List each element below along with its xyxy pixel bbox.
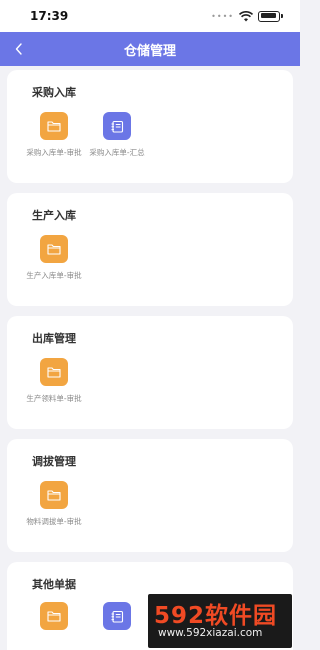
back-button[interactable] bbox=[8, 38, 30, 60]
watermark: 592软件园 www.592xiazai.com bbox=[148, 594, 292, 648]
status-icons: •••• bbox=[211, 10, 283, 22]
menu-item[interactable]: 物料调拔单-审批 bbox=[22, 481, 86, 526]
nav-bar: 仓储管理 bbox=[0, 32, 300, 66]
menu-item-label: 生产入库单-审批 bbox=[26, 271, 82, 280]
folder-icon bbox=[40, 235, 68, 263]
section-card: 生产入库 生产入库单-审批 bbox=[7, 193, 293, 306]
section-title: 其他单据 bbox=[32, 578, 76, 591]
folder-icon bbox=[40, 481, 68, 509]
signal-icon: •••• bbox=[211, 11, 234, 21]
section-title: 生产入库 bbox=[32, 209, 76, 222]
notebook-icon bbox=[103, 112, 131, 140]
menu-item-label: 物料调拔单-审批 bbox=[26, 517, 82, 526]
menu-item-label: 采购入库单-汇总 bbox=[89, 148, 145, 157]
wifi-icon bbox=[239, 10, 253, 21]
page-title: 仓储管理 bbox=[123, 43, 176, 59]
menu-item[interactable]: 生产入库单-审批 bbox=[22, 235, 86, 280]
section-title: 出库管理 bbox=[32, 332, 76, 345]
section-title: 采购入库 bbox=[32, 86, 76, 99]
section-card: 出库管理 生产领料单-审批 bbox=[7, 316, 293, 429]
chevron-left-icon bbox=[15, 43, 22, 55]
section-title: 调拔管理 bbox=[32, 455, 76, 468]
menu-item[interactable]: 采购入库单-汇总 bbox=[85, 112, 149, 157]
content-area: 采购入库 采购入库单-审批 采购入库单-汇总 生产入库 生产入库单-审批 出库管… bbox=[0, 66, 300, 650]
battery-icon bbox=[258, 10, 283, 22]
menu-item[interactable] bbox=[22, 602, 86, 630]
menu-item[interactable]: 生产领料单-审批 bbox=[22, 358, 86, 403]
status-bar: 17:39 •••• bbox=[0, 0, 300, 32]
menu-item-label: 生产领料单-审批 bbox=[26, 394, 82, 403]
section-card: 调拔管理 物料调拔单-审批 bbox=[7, 439, 293, 552]
folder-icon bbox=[40, 358, 68, 386]
watermark-url: www.592xiazai.com bbox=[158, 627, 263, 639]
section-card: 采购入库 采购入库单-审批 采购入库单-汇总 bbox=[7, 70, 293, 183]
status-time: 17:39 bbox=[30, 9, 69, 23]
watermark-logo: 592软件园 bbox=[154, 603, 278, 629]
menu-item[interactable]: 采购入库单-审批 bbox=[22, 112, 86, 157]
notebook-icon bbox=[103, 602, 131, 630]
folder-icon bbox=[40, 112, 68, 140]
menu-item[interactable] bbox=[85, 602, 149, 630]
menu-item-label: 采购入库单-审批 bbox=[26, 148, 82, 157]
folder-icon bbox=[40, 602, 68, 630]
